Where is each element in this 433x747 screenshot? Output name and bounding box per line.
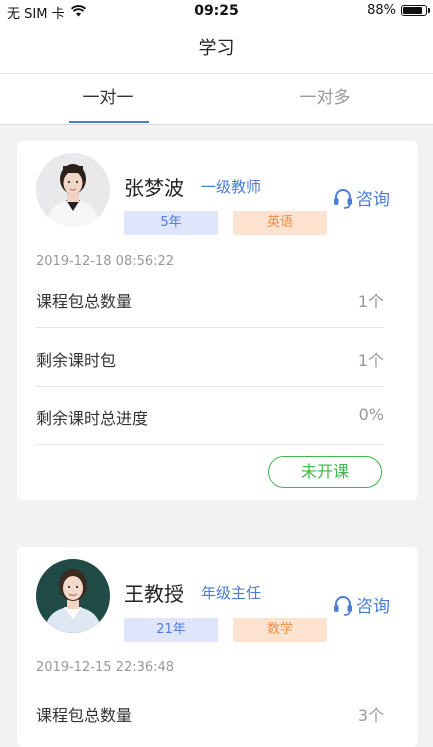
battery-level	[403, 7, 423, 14]
tab-one-to-many[interactable]: 一对多	[217, 74, 433, 124]
teacher-title: 年级主任	[201, 584, 262, 602]
consult-label: 咨询	[356, 190, 390, 210]
years-badge: 5年	[124, 211, 218, 235]
teacher-card[interactable]: 王教授 年级主任 21年 数学 咨询 2019-12-15 22:36:48 课…	[17, 547, 418, 747]
teacher-title: 一级教师	[201, 178, 262, 196]
avatar	[36, 559, 110, 633]
row-label: 剩余课时包	[36, 351, 117, 370]
row-value: 1个	[357, 292, 384, 311]
consult-button[interactable]: 咨询	[332, 592, 390, 617]
years-badge: 21年	[124, 618, 218, 642]
row-value: 3个	[357, 706, 384, 725]
stat-row-package-count: 课程包总数量 3个	[36, 683, 384, 741]
row-value: 0%	[358, 405, 384, 424]
tab-bar: 一对一 一对多	[0, 74, 433, 125]
headset-icon	[332, 187, 354, 209]
status-right: 88%	[367, 3, 430, 18]
teacher-card[interactable]: 张梦波 一级教师 5年 英语 咨询 2019-12-18 08:56:22 课程…	[17, 141, 418, 500]
teacher-name: 王教授	[124, 582, 184, 606]
row-label: 课程包总数量	[36, 292, 133, 311]
tab-indicator	[69, 121, 149, 123]
teacher-name: 张梦波	[124, 176, 184, 200]
enroll-timestamp: 2019-12-18 08:56:22	[36, 254, 175, 269]
subject-badge: 英语	[233, 211, 327, 235]
avatar	[36, 153, 110, 227]
enroll-timestamp: 2019-12-15 22:36:48	[36, 660, 175, 675]
row-label: 课程包总数量	[36, 706, 133, 725]
headset-icon	[332, 594, 354, 616]
course-status-button[interactable]: 未开课	[268, 456, 382, 488]
row-label: 剩余课时总进度	[36, 409, 149, 428]
consult-button[interactable]: 咨询	[332, 185, 390, 210]
consult-label: 咨询	[356, 597, 390, 617]
battery-icon	[401, 5, 430, 16]
battery-percent: 88%	[367, 3, 396, 18]
status-bar: 无 SIM 卡 09:25 88%	[0, 0, 433, 24]
nav-bar: 学习	[0, 24, 433, 74]
row-value: 1个	[357, 351, 384, 370]
stat-row-remaining-packages: 剩余课时包 1个	[36, 328, 384, 387]
subject-badge: 数学	[233, 618, 327, 642]
stat-row-package-count: 课程包总数量 1个	[36, 269, 384, 328]
page-title: 学习	[198, 38, 235, 59]
tab-one-to-one[interactable]: 一对一	[0, 74, 216, 124]
stat-row-remaining-progress: 剩余课时总进度 0%	[36, 386, 384, 445]
